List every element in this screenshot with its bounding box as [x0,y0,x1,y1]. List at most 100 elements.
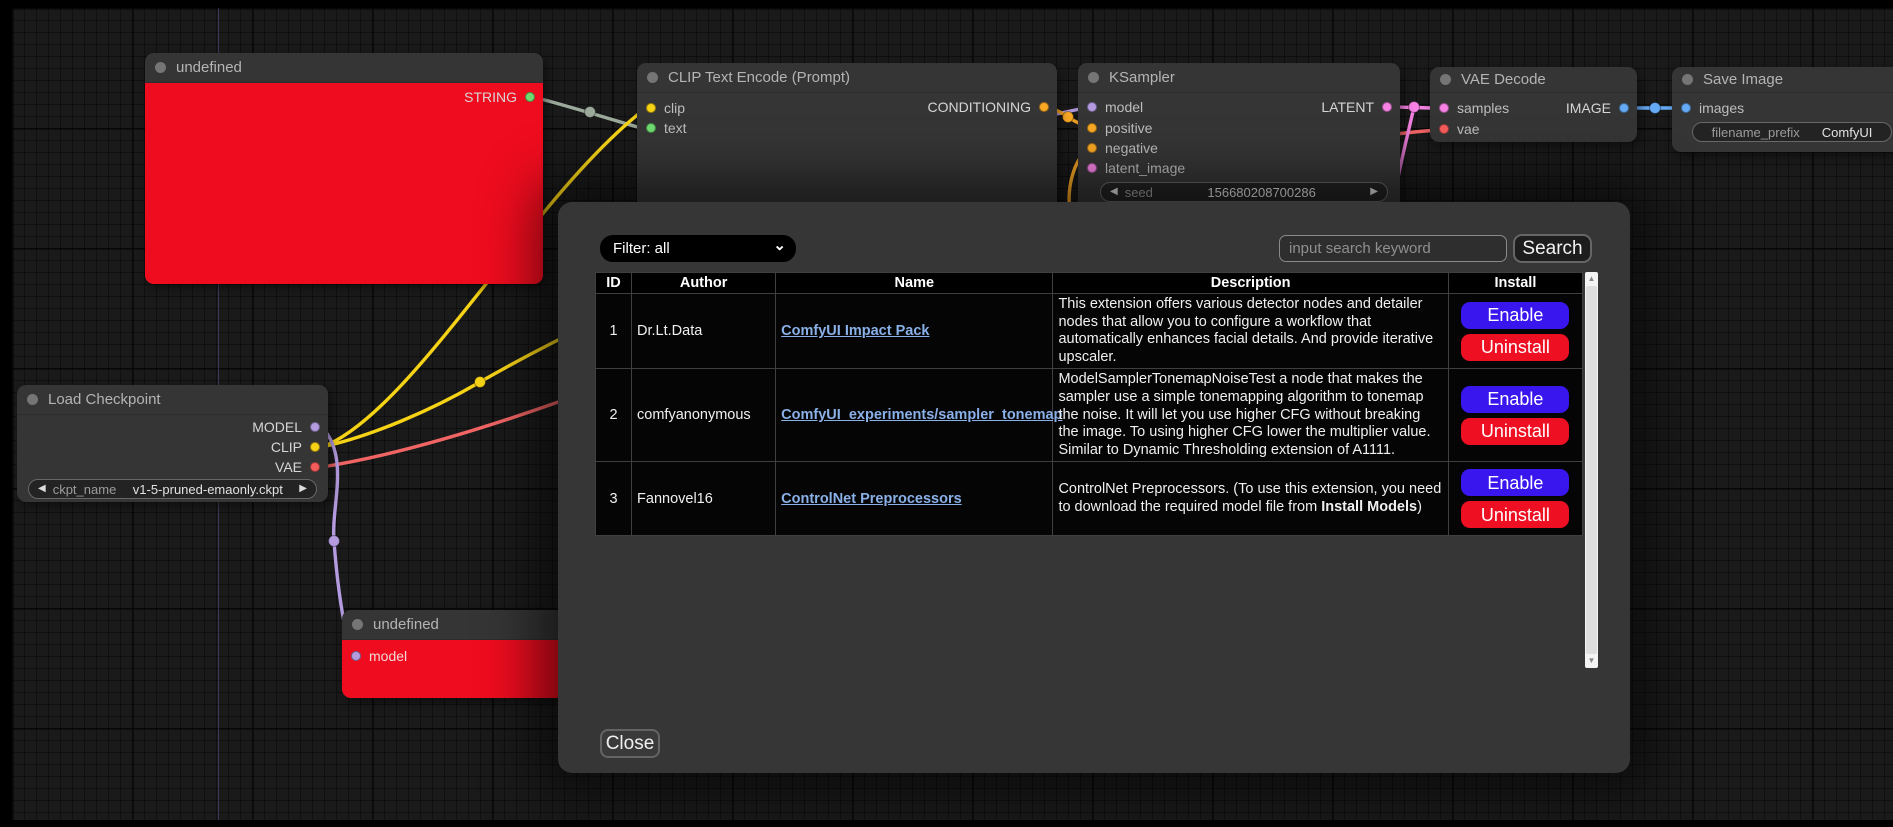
column-header: Author [632,273,776,294]
uninstall-button[interactable]: Uninstall [1461,418,1569,445]
install-cell: Enable Uninstall [1448,462,1582,536]
ckpt-name-widget[interactable]: ◀ ckpt_name v1-5-pruned-emaonly.ckpt ▶ [28,479,317,499]
slot-label: STRING [464,89,517,105]
node-title-bar[interactable]: undefined [342,610,564,640]
node-title: Save Image [1703,71,1783,88]
ckpt-increment-icon[interactable]: ▶ [299,484,307,494]
input-dot-model[interactable] [1087,102,1097,112]
reroute-dot[interactable] [1650,103,1661,114]
output-dot-image[interactable] [1619,103,1629,113]
extension-name-link[interactable]: ControlNet Preprocessors [781,491,962,507]
input-dot-samples[interactable] [1439,103,1449,113]
description-text: This extension offers various detector n… [1058,296,1433,365]
extension-manager-dialog: Filter: all ⌄ Search IDAuthorNameDescrip… [558,202,1630,773]
input-dot-latent-image[interactable] [1087,163,1097,173]
reroute-dot[interactable] [329,536,340,547]
slot-label: positive [1105,120,1152,136]
output-slot-model: MODEL [252,419,320,435]
enable-button[interactable]: Enable [1461,386,1569,413]
reroute-dot[interactable] [475,377,486,388]
node-status-dot [647,72,658,83]
slot-label: MODEL [252,419,302,435]
node-ksampler[interactable]: KSampler model positive negative latent_… [1078,63,1400,213]
filter-select[interactable]: Filter: all [600,235,796,262]
close-button[interactable]: Close [600,729,660,758]
scrollbar-thumb[interactable] [1586,286,1597,654]
extension-name-cell: ComfyUI Impact Pack [776,294,1053,369]
slot-label: images [1699,100,1744,116]
output-slot-latent: LATENT [1321,99,1392,115]
install-cell: Enable Uninstall [1448,294,1582,369]
input-dot-text[interactable] [646,123,656,133]
output-slot-clip: CLIP [271,439,320,455]
slot-label: negative [1105,140,1158,156]
description-text: ) [1417,499,1422,515]
input-dot-model[interactable] [351,651,361,661]
seed-increment-icon[interactable]: ▶ [1370,187,1378,197]
slot-label: VAE [275,459,302,475]
enable-button[interactable]: Enable [1461,469,1569,496]
slot-label: clip [664,100,685,116]
input-dot-clip[interactable] [646,103,656,113]
node-title: VAE Decode [1461,71,1546,88]
seed-widget[interactable]: ◀ seed 156680208700286 ▶ [1100,182,1388,202]
node-title-bar[interactable]: KSampler [1078,63,1400,93]
uninstall-button[interactable]: Uninstall [1461,501,1569,528]
scroll-down-icon[interactable]: ▼ [1585,654,1598,668]
table-row: 2comfyanonymousComfyUI_experiments/sampl… [596,369,1583,462]
node-error-body [145,83,543,284]
output-slot-conditioning: CONDITIONING [928,99,1049,115]
input-slot-vae: vae [1439,121,1480,137]
filename-prefix-widget[interactable]: filename_prefix ComfyUI [1692,122,1892,142]
input-dot-negative[interactable] [1087,143,1097,153]
enable-button[interactable]: Enable [1461,302,1569,329]
node-title-bar[interactable]: Load Checkpoint [17,385,328,415]
output-dot-vae[interactable] [310,462,320,472]
reroute-dot[interactable] [585,107,596,118]
search-input[interactable] [1279,235,1507,262]
node-title: undefined [373,616,439,633]
output-slot-image: IMAGE [1566,100,1629,116]
input-dot-vae[interactable] [1439,124,1449,134]
extension-name-link[interactable]: ComfyUI Impact Pack [781,323,929,339]
description-text: ModelSamplerTonemapNoiseTest a node that… [1058,371,1430,457]
node-clip-text-encode[interactable]: CLIP Text Encode (Prompt) clip text COND… [637,63,1057,213]
node-undefined-model[interactable]: undefined model [342,610,564,698]
input-dot-positive[interactable] [1087,123,1097,133]
node-undefined-string[interactable]: undefined STRING [145,53,543,284]
node-title-bar[interactable]: CLIP Text Encode (Prompt) [637,63,1057,93]
node-title-bar[interactable]: undefined [145,53,543,83]
ckpt-decrement-icon[interactable]: ◀ [38,484,46,494]
output-dot-clip[interactable] [310,442,320,452]
reroute-dot[interactable] [1063,112,1074,123]
ckpt-name-label: ckpt_name [53,482,117,497]
input-slot-clip: clip [646,100,685,116]
node-save-image[interactable]: Save Image images filename_prefix ComfyU… [1672,67,1893,152]
comfyui-canvas[interactable]: undefined STRING CLIP Text Encode (Promp… [0,0,1893,827]
node-status-dot [27,394,38,405]
node-title-bar[interactable]: Save Image [1672,67,1893,93]
input-dot-images[interactable] [1681,103,1691,113]
uninstall-button[interactable]: Uninstall [1461,334,1569,361]
seed-decrement-icon[interactable]: ◀ [1110,187,1118,197]
scroll-up-icon[interactable]: ▲ [1585,272,1598,286]
output-dot-string[interactable] [525,92,535,102]
table-scrollbar[interactable]: ▲ ▼ [1585,272,1598,668]
input-slot-negative: negative [1087,140,1158,156]
column-header: ID [596,273,632,294]
input-slot-samples: samples [1439,100,1509,116]
extension-name-link[interactable]: ComfyUI_experiments/sampler_tonemap [781,407,1062,423]
slot-label: text [664,120,687,136]
node-vae-decode[interactable]: VAE Decode samples vae IMAGE [1430,67,1637,142]
node-load-checkpoint[interactable]: Load Checkpoint MODEL CLIP VAE ◀ ckpt_na… [17,385,328,502]
slot-label: model [1105,99,1143,115]
reroute-dot[interactable] [1409,102,1420,113]
output-dot-model[interactable] [310,422,320,432]
search-button[interactable]: Search [1513,234,1592,263]
extension-name-cell: ControlNet Preprocessors [776,462,1053,536]
output-dot-conditioning[interactable] [1039,102,1049,112]
output-dot-latent[interactable] [1382,102,1392,112]
extension-table-area: IDAuthorNameDescriptionInstall 1Dr.Lt.Da… [595,272,1583,668]
node-title-bar[interactable]: VAE Decode [1430,67,1637,93]
node-title: Load Checkpoint [48,391,161,408]
